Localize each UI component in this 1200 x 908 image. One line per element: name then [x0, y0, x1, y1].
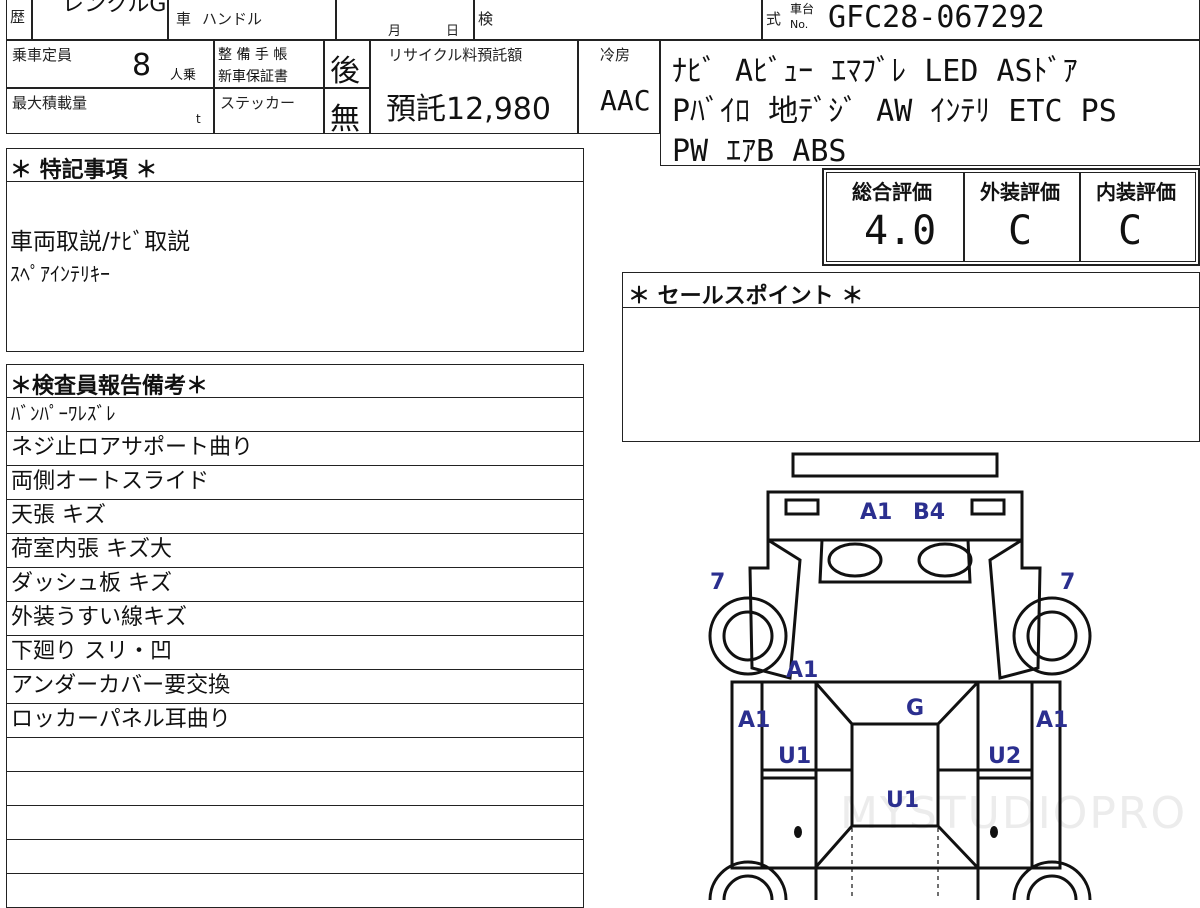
- chassis-number: GFC28-067292: [828, 0, 1045, 35]
- damage-label: 7: [1060, 570, 1076, 595]
- sticker-value: 無: [330, 102, 360, 137]
- load-unit: t: [196, 112, 201, 126]
- capacity-value: 8: [132, 48, 152, 83]
- load-label: 最大積載量: [12, 94, 88, 112]
- chassis-label-top: 車台: [790, 2, 815, 16]
- damage-label: G: [906, 696, 925, 721]
- sales-point-title: ＊ セールスポイント ＊: [628, 284, 864, 309]
- recycle-value: 預託12,980: [386, 92, 551, 127]
- day-label: 日: [446, 24, 460, 39]
- inspector-note-row: 荷室内張 キズ大: [6, 534, 584, 568]
- door-handle: [990, 826, 998, 838]
- history-label: 歴: [10, 8, 26, 26]
- inspector-note-row: [6, 874, 584, 908]
- rear-wheel-right: [1026, 610, 1078, 662]
- ac-label: 冷房: [600, 46, 631, 64]
- special-note-line: 車両取説/ﾅﾋﾞ取説: [10, 229, 191, 255]
- inspector-note-row: [6, 738, 584, 772]
- inspector-note-row: ダッシュ板 キズ: [6, 568, 584, 602]
- interior-score: C: [1118, 208, 1143, 254]
- damage-label: 7: [710, 570, 726, 595]
- damage-label: U1: [886, 788, 920, 813]
- maint-value: 後: [330, 54, 360, 89]
- damage-label: A1: [860, 500, 893, 525]
- ac-value: AAC: [600, 84, 651, 117]
- damage-label: A1: [786, 658, 819, 683]
- overall-score: 4.0: [864, 208, 937, 254]
- inspector-note-row: アンダーカバー要交換: [6, 670, 584, 704]
- inspector-note-row: [6, 806, 584, 840]
- maint-label-1: 整 備 手 帳: [218, 47, 288, 63]
- roof-outline: [730, 680, 1062, 870]
- rear-window: [917, 542, 973, 578]
- chassis-label-no: No.: [790, 18, 809, 31]
- rear-wheel-left: [708, 596, 788, 676]
- inspector-note-row: 下廻り スリ・凹: [6, 636, 584, 670]
- rear-window: [827, 542, 883, 578]
- overall-label: 総合評価: [852, 180, 932, 204]
- roof-diag: [813, 680, 980, 726]
- inspector-note-row: ネジ止ロアサポート曲り: [6, 432, 584, 466]
- damage-label: U1: [778, 744, 812, 769]
- exterior-label: 外装評価: [980, 180, 1060, 204]
- front-wheel-right: [1026, 874, 1078, 900]
- type-char: 式: [766, 10, 782, 28]
- rear-quarter-right: [988, 537, 1042, 680]
- inspector-note-row: [6, 840, 584, 874]
- door-handle: [794, 826, 802, 838]
- rear-lamp: [784, 498, 820, 516]
- vehicle-char: 車: [176, 10, 192, 28]
- interior-label: 内装評価: [1096, 180, 1176, 204]
- inspector-note-row: [6, 772, 584, 806]
- special-notes-title: ＊ 特記事項 ＊: [10, 158, 158, 183]
- capacity-label: 乗車定員: [12, 46, 73, 64]
- special-note-line: ｽﾍﾟｱｲﾝﾃﾘｷｰ: [10, 262, 110, 286]
- recycle-label: リサイクル料預託額: [388, 46, 523, 64]
- equipment-line-1: ﾅﾋﾞ Aﾋﾞｭｰ ｴﾏﾌﾞﾚ LED ASﾄﾞｱ: [672, 54, 1078, 89]
- inspector-note-row: 外装うすい線キズ: [6, 602, 584, 636]
- inspect-cell: [474, 0, 762, 40]
- inspector-note-row: 天張 キズ: [6, 500, 584, 534]
- exterior-score: C: [1008, 208, 1033, 254]
- rear-wheel-right: [1012, 596, 1092, 676]
- rear-wheel-left: [722, 610, 774, 662]
- damage-label: A1: [1036, 708, 1069, 733]
- car-body-diagram: [708, 452, 1092, 900]
- rear-bumper: [791, 452, 999, 478]
- capacity-unit: 人乗: [170, 68, 197, 83]
- maint-label-2: 新車保証書: [218, 69, 288, 85]
- inspector-note-row: 両側オートスライド: [6, 466, 584, 500]
- sticker-label: ステッカー: [220, 94, 296, 112]
- damage-label: A1: [738, 708, 771, 733]
- model-fragment: レンクルGT: [62, 0, 180, 17]
- inspector-title: ＊検査員報告備考＊: [10, 374, 209, 399]
- rear-lamp: [970, 498, 1006, 516]
- inspect-char: 検: [478, 10, 494, 28]
- roof-diag: [813, 824, 980, 870]
- equipment-line-2: Pﾊﾞｲﾛ 地ﾃﾞｼﾞ AW ｲﾝﾃﾘ ETC PS: [672, 94, 1117, 129]
- damage-label: U2: [988, 744, 1022, 769]
- inspector-note-row: ﾊﾞﾝﾊﾟｰﾜﾚｽﾞﾚ: [6, 398, 584, 432]
- handle-label: ハンドル: [202, 10, 263, 28]
- inspector-note-row: ロッカーパネル耳曲り: [6, 704, 584, 738]
- equipment-line-3: PW ｴｱB ABS: [672, 134, 847, 169]
- month-label: 月: [388, 24, 402, 39]
- front-wheel-left: [722, 874, 774, 900]
- damage-label: B4: [913, 500, 946, 525]
